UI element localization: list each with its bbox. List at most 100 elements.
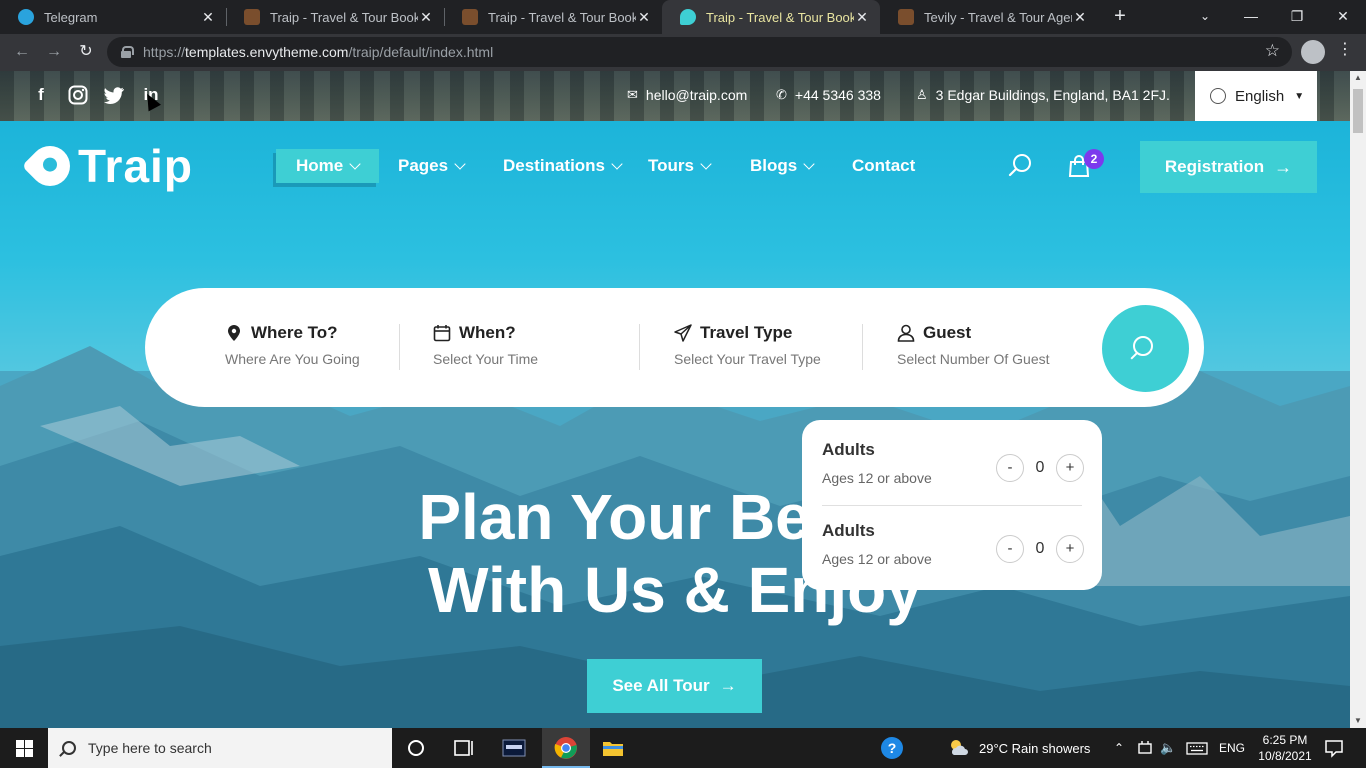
new-tab-plus-icon[interactable]: + bbox=[1108, 5, 1132, 29]
nav-item-pages[interactable]: Pages bbox=[398, 149, 466, 183]
phone-contact[interactable]: ✆ +44 5346 338 bbox=[776, 87, 881, 103]
nav-label: Destinations bbox=[503, 156, 606, 175]
windows-taskbar: Type here to search ? 29°C Rain showers … bbox=[0, 728, 1366, 768]
cortana-circle-icon[interactable] bbox=[404, 736, 428, 760]
profile-avatar-icon[interactable] bbox=[1301, 40, 1325, 64]
notifications-icon[interactable] bbox=[1322, 736, 1346, 760]
tab-telegram[interactable]: Telegram ✕ bbox=[0, 0, 226, 34]
when-field[interactable]: When? Select Your Time bbox=[433, 322, 538, 367]
tab-traip-active[interactable]: Traip - Travel & Tour Booking ✕ bbox=[662, 0, 880, 34]
tab-tevily[interactable]: Tevily - Travel & Tour Agency ✕ bbox=[880, 0, 1098, 34]
file-explorer-icon[interactable] bbox=[601, 736, 625, 760]
tab-title: Traip - Travel & Tour Booking bbox=[706, 9, 854, 25]
registration-button[interactable]: Registration → bbox=[1140, 141, 1317, 193]
bookmark-star-icon[interactable]: ☆ bbox=[1265, 41, 1280, 61]
clock-date: 10/8/2021 bbox=[1258, 749, 1312, 763]
nav-label: Home bbox=[296, 156, 344, 175]
guest-field[interactable]: Guest Select Number Of Guest bbox=[897, 322, 1050, 367]
taskbar-search[interactable]: Type here to search bbox=[48, 728, 392, 768]
chrome-icon bbox=[554, 737, 577, 759]
facebook-icon[interactable]: f bbox=[29, 83, 53, 107]
myfiles-app-icon[interactable] bbox=[502, 736, 526, 760]
quantity-value[interactable]: 0 bbox=[1024, 540, 1056, 558]
restore-icon[interactable]: ❐ bbox=[1274, 0, 1320, 34]
minimize-icon[interactable]: — bbox=[1228, 0, 1274, 34]
email-text[interactable]: hello@traip.com bbox=[646, 87, 747, 103]
tab-search-chevron-icon[interactable]: ⌄ bbox=[1182, 0, 1228, 34]
nav-label: Pages bbox=[398, 156, 449, 175]
language-select[interactable]: English ▼ bbox=[1195, 71, 1317, 121]
increment-button[interactable]: + bbox=[1056, 454, 1084, 482]
nav-item-blogs[interactable]: Blogs bbox=[750, 149, 815, 183]
where-label: Where To? bbox=[251, 323, 338, 342]
address-contact: ♙ 3 Edgar Buildings, England, BA1 2FJ. bbox=[916, 87, 1170, 103]
back-arrow-icon[interactable]: ← bbox=[10, 40, 34, 64]
globe-icon bbox=[1210, 88, 1226, 104]
phone-icon: ✆ bbox=[776, 87, 787, 102]
reload-icon[interactable]: ↻ bbox=[74, 40, 98, 64]
windows-start-icon[interactable] bbox=[0, 728, 48, 768]
system-clock[interactable]: 6:25 PM 10/8/2021 bbox=[1254, 732, 1316, 764]
scroll-down-arrow-icon[interactable]: ▼ bbox=[1350, 714, 1366, 728]
guest-input[interactable]: Select Number Of Guest bbox=[897, 351, 1050, 367]
tab-traip-1[interactable]: Traip - Travel & Tour Booking ✕ bbox=[226, 0, 444, 34]
close-icon[interactable]: ✕ bbox=[200, 9, 216, 26]
menu-kebab-icon[interactable]: ⋮ bbox=[1337, 39, 1353, 59]
chevron-down-icon bbox=[803, 158, 815, 170]
see-all-tour-button[interactable]: See All Tour → bbox=[587, 659, 762, 713]
when-input[interactable]: Select Your Time bbox=[433, 351, 538, 367]
close-icon[interactable]: ✕ bbox=[1072, 9, 1088, 26]
task-view-icon[interactable] bbox=[452, 736, 476, 760]
tab-title: Telegram bbox=[44, 9, 98, 25]
weather-text: 29°C Rain showers bbox=[979, 740, 1091, 756]
travel-type-field[interactable]: Travel Type Select Your Travel Type bbox=[674, 322, 821, 367]
decrement-button[interactable]: - bbox=[996, 535, 1024, 563]
guest-row-adults: Adults Ages 12 or above - 0 + bbox=[822, 440, 1084, 502]
page-viewport: f in ✉ hello@traip.com ✆ +44 5346 338 ♙ … bbox=[0, 71, 1350, 728]
close-icon[interactable]: ✕ bbox=[854, 9, 870, 26]
lock-icon[interactable] bbox=[121, 46, 134, 58]
quantity-stepper: - 0 + bbox=[996, 535, 1084, 563]
tab-traip-2[interactable]: Traip - Travel & Tour Booking ✕ bbox=[444, 0, 662, 34]
where-input[interactable]: Where Are You Going bbox=[225, 351, 360, 367]
search-submit-button[interactable] bbox=[1102, 305, 1189, 392]
travel-type-input[interactable]: Select Your Travel Type bbox=[674, 351, 821, 367]
quantity-stepper: - 0 + bbox=[996, 454, 1084, 482]
battery-plug-icon[interactable] bbox=[1136, 736, 1154, 760]
close-icon[interactable]: ✕ bbox=[418, 9, 434, 26]
decrement-button[interactable]: - bbox=[996, 454, 1024, 482]
address-bar[interactable]: https://templates.envytheme.com/traip/de… bbox=[107, 37, 1292, 67]
scroll-up-arrow-icon[interactable]: ▲ bbox=[1350, 71, 1366, 85]
keyboard-icon[interactable] bbox=[1186, 736, 1208, 760]
scrollbar-thumb[interactable] bbox=[1353, 89, 1363, 133]
quantity-value[interactable]: 0 bbox=[1024, 459, 1056, 477]
instagram-icon[interactable] bbox=[66, 83, 90, 107]
nav-item-home[interactable]: Home bbox=[276, 149, 380, 183]
user-pin-icon: ♙ bbox=[916, 87, 928, 102]
weather-widget[interactable]: 29°C Rain showers bbox=[948, 728, 1090, 768]
tray-chevron-up-icon[interactable]: ⌃ bbox=[1114, 728, 1124, 768]
forward-arrow-icon[interactable]: → bbox=[42, 40, 66, 64]
browser-toolbar: ← → ↻ https://templates.envytheme.com/tr… bbox=[0, 34, 1366, 71]
phone-text[interactable]: +44 5346 338 bbox=[795, 87, 881, 103]
volume-icon[interactable]: 🔈 bbox=[1160, 728, 1176, 768]
taskbar-chrome-active[interactable] bbox=[542, 728, 590, 768]
page-scrollbar[interactable]: ▲ ▼ bbox=[1350, 71, 1366, 728]
top-contact-bar: f in ✉ hello@traip.com ✆ +44 5346 338 ♙ … bbox=[0, 71, 1350, 121]
url-text[interactable]: https://templates.envytheme.com/traip/de… bbox=[143, 44, 493, 60]
increment-button[interactable]: + bbox=[1056, 535, 1084, 563]
nav-item-contact[interactable]: Contact bbox=[852, 149, 915, 183]
close-window-icon[interactable]: ✕ bbox=[1320, 0, 1366, 34]
twitter-icon[interactable] bbox=[102, 83, 126, 107]
input-language-indicator[interactable]: ENG bbox=[1219, 728, 1245, 768]
taskbar-search-text[interactable]: Type here to search bbox=[88, 740, 212, 756]
caret-down-icon: ▼ bbox=[1294, 90, 1305, 102]
help-icon[interactable]: ? bbox=[880, 736, 904, 760]
search-icon[interactable] bbox=[1008, 153, 1032, 177]
email-contact[interactable]: ✉ hello@traip.com bbox=[627, 87, 747, 103]
divider bbox=[822, 505, 1082, 506]
where-field[interactable]: Where To? Where Are You Going bbox=[225, 322, 360, 367]
nav-item-tours[interactable]: Tours bbox=[648, 149, 712, 183]
nav-item-destinations[interactable]: Destinations bbox=[503, 149, 623, 183]
close-icon[interactable]: ✕ bbox=[636, 9, 652, 26]
